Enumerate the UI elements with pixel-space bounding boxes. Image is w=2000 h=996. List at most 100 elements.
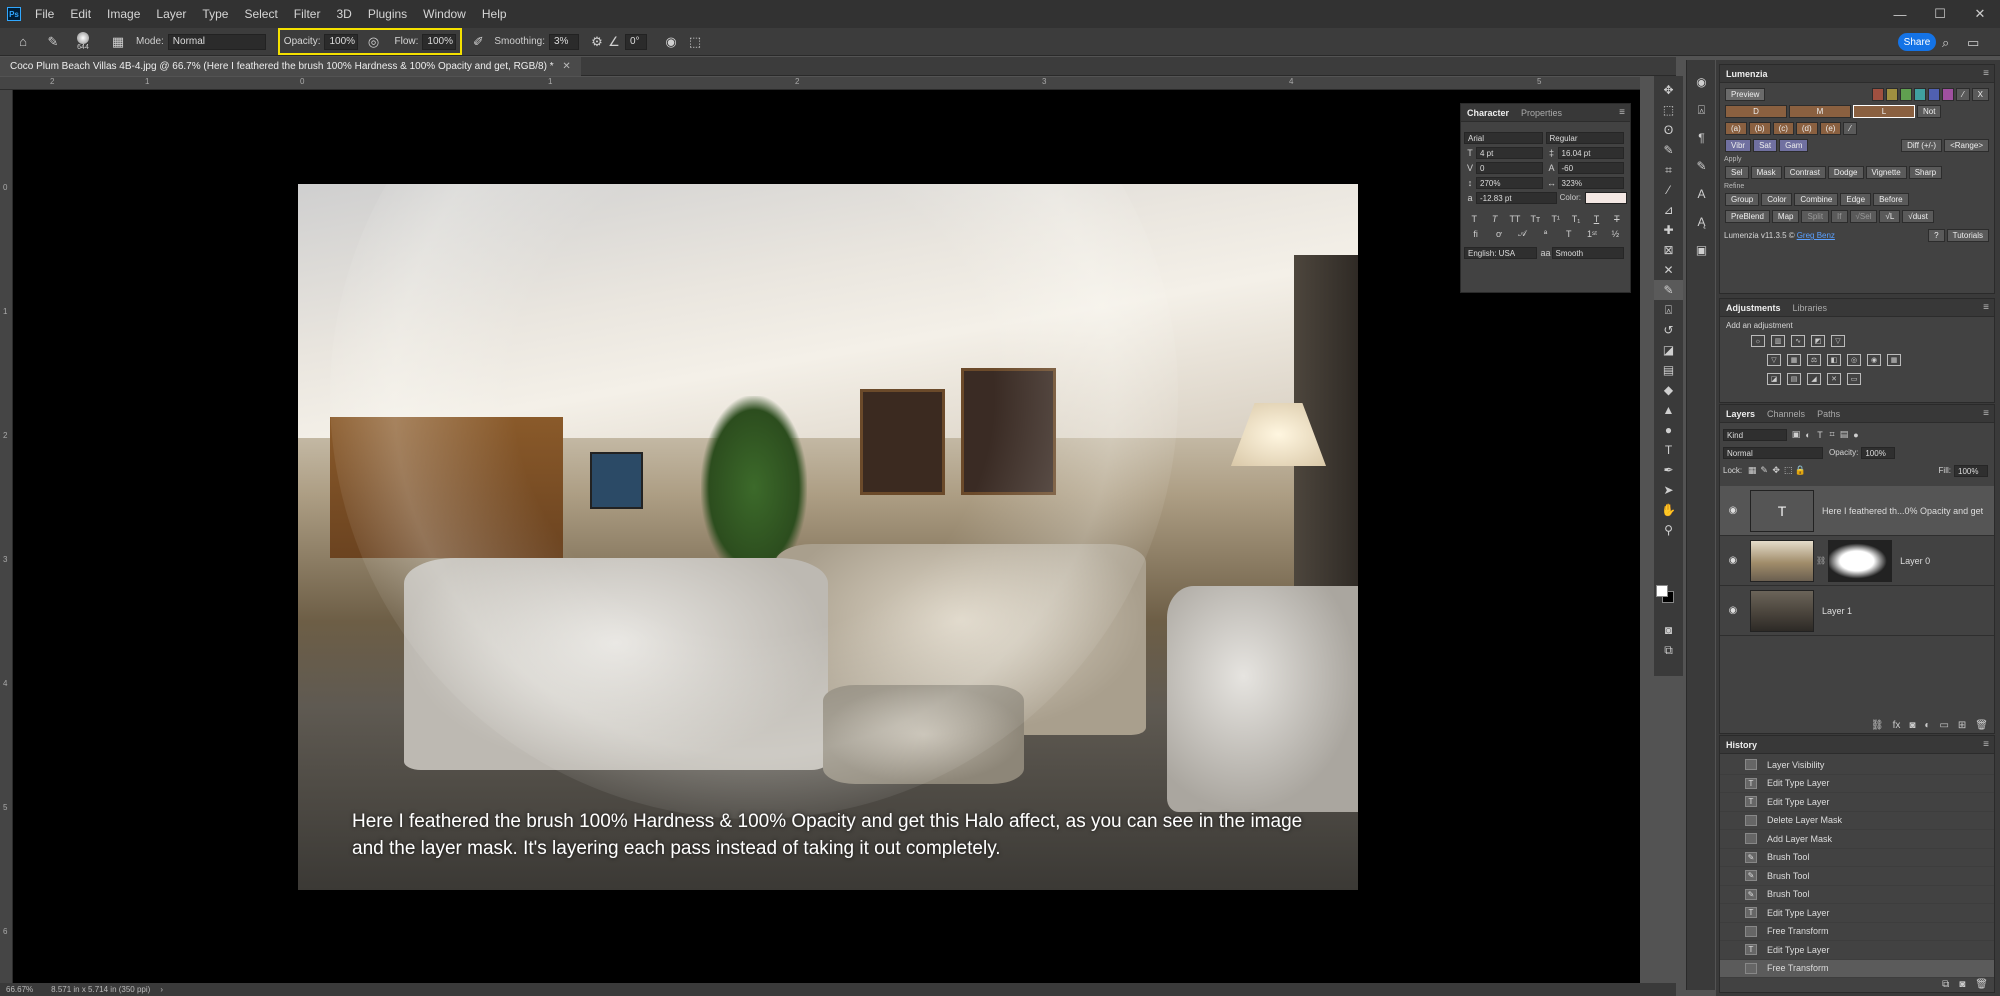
zone-b-button[interactable]: (b)	[1748, 122, 1771, 135]
zone-m-button[interactable]: M	[1789, 105, 1851, 118]
tab-libraries[interactable]: Libraries	[1787, 299, 1834, 317]
panel-menu-icon[interactable]: ≡	[1983, 68, 1989, 79]
pressure-size-icon[interactable]: ◉	[657, 34, 685, 50]
panel-menu-icon[interactable]: ≡	[1619, 107, 1625, 118]
color-button[interactable]: Color	[1761, 193, 1793, 206]
history-item[interactable]: Delete Layer Mask	[1720, 812, 1994, 830]
filter-pixel-icon[interactable]: ▣	[1790, 429, 1802, 440]
snapshot-icon[interactable]: ◙	[1959, 979, 1965, 990]
patch-tool-icon[interactable]: ✕	[1654, 260, 1683, 280]
underline-icon[interactable]: T	[1590, 214, 1602, 224]
gradient-tool-icon[interactable]: ▤	[1654, 360, 1683, 380]
panel-menu-icon[interactable]: ≡	[1983, 408, 1989, 419]
subscript-icon[interactable]: T₁	[1570, 214, 1582, 224]
search-icon[interactable]: ⌕	[1942, 35, 1949, 51]
tab-paths[interactable]: Paths	[1811, 405, 1846, 423]
eye-icon[interactable]: ◉	[1724, 505, 1742, 516]
quick-select-tool-icon[interactable]: ✎	[1654, 140, 1683, 160]
zone-c-button[interactable]: (c)	[1772, 122, 1794, 135]
clipboard-icon[interactable]: ▣	[1687, 240, 1716, 260]
zone-d-button[interactable]: D	[1725, 105, 1787, 118]
menu-file[interactable]: File	[27, 0, 62, 28]
swatch-green[interactable]	[1900, 88, 1913, 101]
gradient-map-icon[interactable]: ▽	[1831, 335, 1845, 347]
angle-input[interactable]: 0°	[624, 33, 647, 50]
menu-plugins[interactable]: Plugins	[360, 0, 415, 28]
threshold-icon[interactable]: ◢	[1807, 373, 1821, 385]
font-style-select[interactable]: Regular	[1545, 131, 1624, 144]
tab-layers[interactable]: Layers	[1720, 405, 1761, 423]
healing-tool-icon[interactable]: ✚	[1654, 220, 1683, 240]
layer-row-layer-1[interactable]: ◉ Layer 1	[1720, 586, 1994, 636]
marquee-tool-icon[interactable]: ⬚	[1654, 100, 1683, 120]
minimize-icon[interactable]: —	[1880, 0, 1920, 28]
sel-button[interactable]: Sel	[1725, 166, 1749, 179]
fractions-icon[interactable]: ½	[1609, 229, 1621, 239]
type-tool-icon[interactable]: T	[1654, 440, 1683, 460]
new-layer-icon[interactable]: ⊞	[1958, 720, 1966, 731]
all-caps-icon[interactable]: TT	[1509, 214, 1521, 224]
tracking-input[interactable]: -60	[1557, 161, 1624, 174]
exposure-icon[interactable]: ◩	[1811, 335, 1825, 347]
levels-icon[interactable]: ▥	[1771, 335, 1785, 347]
swatch-blue[interactable]	[1928, 88, 1941, 101]
brush-settings-icon[interactable]: ▦	[106, 34, 130, 50]
map-button[interactable]: Map	[1771, 210, 1800, 223]
zoom-tool-icon[interactable]: ⚲	[1654, 520, 1683, 540]
share-button[interactable]: Share	[1898, 33, 1936, 51]
posterize-icon[interactable]: ▤	[1787, 373, 1801, 385]
menu-help[interactable]: Help	[474, 0, 515, 28]
mode-select[interactable]: Normal	[167, 33, 266, 50]
author-link[interactable]: Greg Benz	[1797, 231, 1835, 240]
dodge-button[interactable]: Dodge	[1827, 166, 1864, 179]
lumenzia-icon[interactable]: ◉	[1687, 72, 1716, 92]
brightness-icon[interactable]: ☼	[1751, 335, 1765, 347]
brush-tool-icon[interactable]: ✎	[1654, 280, 1683, 300]
antialias-select[interactable]: Smooth	[1551, 246, 1624, 259]
contrast-button[interactable]: Contrast	[1783, 166, 1826, 179]
color-swatches[interactable]	[1656, 585, 1676, 605]
lock-transparent-icon[interactable]: ▦	[1746, 465, 1758, 476]
check-sel-button[interactable]: √Sel	[1849, 210, 1878, 223]
blend-mode-select[interactable]: Normal	[1723, 446, 1823, 459]
filter-smart-icon[interactable]: ▤	[1838, 429, 1850, 440]
small-caps-icon[interactable]: Tт	[1529, 214, 1541, 224]
x-button[interactable]: X	[1971, 88, 1989, 101]
faux-bold-icon[interactable]: T	[1468, 214, 1480, 224]
menu-window[interactable]: Window	[415, 0, 474, 28]
frame-tool-icon[interactable]: ⊠	[1654, 240, 1683, 260]
tutorials-button[interactable]: Tutorials	[1946, 229, 1989, 242]
zone-a-button[interactable]: (a)	[1725, 122, 1747, 135]
old-style-icon[interactable]: ơ	[1493, 229, 1505, 239]
history-item[interactable]: T Edit Type Layer	[1720, 904, 1994, 923]
filter-type-icon[interactable]: T	[1814, 430, 1826, 440]
channel-mixer-icon[interactable]: ◉	[1867, 354, 1881, 366]
split-button[interactable]: Split	[1801, 210, 1830, 223]
mask-button[interactable]: Mask	[1750, 166, 1782, 179]
diff-button[interactable]: Diff (+/-)	[1901, 139, 1943, 152]
tab-character[interactable]: Character	[1461, 104, 1515, 122]
document-tab[interactable]: Coco Plum Beach Villas 4B-4.jpg @ 66.7% …	[0, 57, 581, 76]
zone-d-small-button[interactable]: (d)	[1795, 122, 1818, 135]
swatch-cyan[interactable]	[1914, 88, 1927, 101]
check-l-button[interactable]: √L	[1879, 210, 1901, 223]
vibr-button[interactable]: Vibr	[1725, 139, 1752, 152]
color-lookup-icon[interactable]: ▦	[1887, 354, 1901, 366]
range-button[interactable]: <Range>	[1944, 139, 1989, 152]
eyedropper-tool-icon[interactable]: ⁄	[1654, 180, 1683, 200]
close-icon[interactable]: ✕	[1960, 0, 2000, 28]
history-item[interactable]: Free Transform	[1720, 959, 1994, 978]
brush-tool-icon[interactable]: ✎	[38, 34, 68, 50]
before-button[interactable]: Before	[1873, 193, 1909, 206]
zoom-level[interactable]: 66.67%	[6, 985, 33, 994]
filter-shape-icon[interactable]: ⌗	[1826, 429, 1838, 440]
ligature-icon[interactable]: fi	[1470, 229, 1482, 239]
menu-layer[interactable]: Layer	[148, 0, 194, 28]
history-item[interactable]: Add Layer Mask	[1720, 830, 1994, 849]
menu-edit[interactable]: Edit	[62, 0, 99, 28]
panel-menu-icon[interactable]: ≡	[1983, 302, 1989, 313]
sat-button[interactable]: Sat	[1753, 139, 1778, 152]
tab-properties[interactable]: Properties	[1515, 104, 1568, 122]
photoshop-logo-icon[interactable]: Ps	[7, 7, 21, 21]
history-item[interactable]: Free Transform	[1720, 923, 1994, 941]
